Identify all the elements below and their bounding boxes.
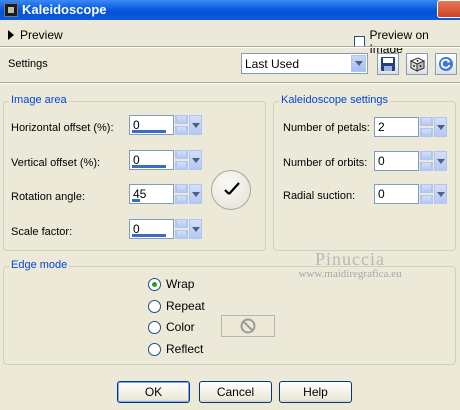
chevron-down-icon[interactable] (189, 184, 202, 204)
rotation-angle-spinner[interactable]: 45 (129, 184, 202, 204)
window-title: Kaleidoscope (22, 2, 107, 17)
randomize-dice-icon (409, 57, 425, 72)
preview-toggle[interactable]: Preview (8, 28, 63, 42)
horizontal-offset-spinner[interactable]: 0 (129, 115, 202, 135)
spin-up-icon[interactable] (175, 115, 188, 124)
preview-label: Preview (20, 28, 63, 42)
ok-button[interactable]: OK (117, 381, 190, 403)
angle-dial-icon (224, 182, 240, 195)
randomize-button[interactable] (406, 53, 428, 75)
number-of-petals-label: Number of petals: (283, 122, 370, 134)
spin-down-icon[interactable] (420, 162, 433, 171)
number-of-orbits-input[interactable]: 0 (374, 151, 419, 171)
color-label: Color (166, 320, 195, 334)
spin-up-icon[interactable] (420, 151, 433, 160)
reset-icon (439, 57, 453, 71)
settings-label: Settings (8, 58, 48, 70)
number-of-petals-input[interactable]: 2 (374, 117, 419, 137)
divider (0, 82, 460, 84)
settings-preset-value: Last Used (245, 57, 300, 71)
edge-color-swatch[interactable] (221, 315, 275, 337)
horizontal-offset-input[interactable]: 0 (129, 115, 174, 135)
horizontal-offset-label: Horizontal offset (%): (11, 122, 114, 134)
expand-arrow-icon (8, 30, 14, 40)
number-of-orbits-label: Number of orbits: (283, 157, 368, 169)
radial-suction-value: 0 (378, 187, 385, 201)
reflect-label: Reflect (166, 342, 204, 356)
spin-down-icon[interactable] (420, 195, 433, 204)
scale-factor-level-bar (132, 234, 166, 237)
spin-down-icon[interactable] (175, 195, 188, 204)
no-color-icon (240, 318, 256, 334)
vertical-offset-input[interactable]: 0 (129, 150, 174, 170)
wrap-label: Wrap (166, 277, 195, 291)
spin-down-icon[interactable] (420, 128, 433, 137)
help-button[interactable]: Help (279, 381, 352, 403)
chevron-down-icon[interactable] (189, 115, 202, 135)
scale-factor-label: Scale factor: (11, 226, 73, 238)
chevron-down-icon[interactable] (434, 151, 447, 171)
divider (0, 46, 460, 48)
title-bar: Kaleidoscope (0, 0, 460, 20)
save-preset-button[interactable] (377, 53, 399, 75)
close-icon[interactable] (437, 0, 460, 18)
number-of-orbits-value: 0 (378, 154, 385, 168)
radio-unselected[interactable] (148, 342, 161, 356)
chevron-down-icon[interactable] (434, 117, 447, 137)
spin-down-icon[interactable] (175, 161, 188, 170)
vertical-offset-label: Vertical offset (%): (11, 157, 101, 169)
radio-selected[interactable] (148, 277, 161, 291)
scale-factor-input[interactable]: 0 (129, 219, 174, 239)
vertical-offset-spinner[interactable]: 0 (129, 150, 202, 170)
edge-mode-reflect-radio[interactable]: Reflect (148, 342, 203, 356)
reset-button[interactable] (435, 53, 457, 75)
spin-up-icon[interactable] (420, 117, 433, 126)
image-area-title: Image area (9, 94, 69, 106)
chevron-down-icon[interactable] (434, 184, 447, 204)
edge-mode-color-radio[interactable]: Color (148, 320, 195, 334)
radial-suction-label: Radial suction: (283, 190, 356, 202)
radio-unselected[interactable] (148, 320, 161, 334)
kaleidoscope-app-icon (4, 3, 18, 17)
kaleidoscope-settings-title: Kaleidoscope settings (279, 94, 391, 106)
spin-up-icon[interactable] (175, 219, 188, 228)
radio-unselected[interactable] (148, 299, 161, 313)
rotation-angle-label: Rotation angle: (11, 191, 85, 203)
scale-factor-spinner[interactable]: 0 (129, 219, 202, 239)
chevron-down-icon[interactable] (189, 219, 202, 239)
chevron-down-icon[interactable] (351, 55, 366, 72)
vertical-offset-level-bar (132, 165, 166, 168)
chevron-down-icon[interactable] (189, 150, 202, 170)
spin-up-icon[interactable] (175, 150, 188, 159)
spin-down-icon[interactable] (175, 230, 188, 239)
repeat-label: Repeat (166, 299, 205, 313)
number-of-petals-spinner[interactable]: 2 (374, 117, 447, 137)
radial-suction-spinner[interactable]: 0 (374, 184, 447, 204)
save-preset-icon (381, 57, 395, 71)
cancel-button[interactable]: Cancel (199, 381, 272, 403)
number-of-orbits-spinner[interactable]: 0 (374, 151, 447, 171)
angle-dial[interactable] (211, 170, 251, 210)
rotation-angle-level-bar (132, 199, 140, 202)
spin-up-icon[interactable] (420, 184, 433, 193)
horizontal-offset-level-bar (132, 130, 166, 133)
edge-mode-wrap-radio[interactable]: Wrap (148, 277, 194, 291)
preview-on-image-checkbox[interactable]: Preview on Image (354, 28, 460, 56)
rotation-angle-input[interactable]: 45 (129, 184, 174, 204)
edge-mode-repeat-radio[interactable]: Repeat (148, 299, 205, 313)
edge-mode-title: Edge mode (9, 259, 70, 271)
settings-preset-select[interactable]: Last Used (241, 53, 368, 74)
preview-on-image-label: Preview on Image (369, 28, 429, 56)
number-of-petals-value: 2 (378, 120, 385, 134)
spin-up-icon[interactable] (175, 184, 188, 193)
radial-suction-input[interactable]: 0 (374, 184, 419, 204)
spin-down-icon[interactable] (175, 126, 188, 135)
